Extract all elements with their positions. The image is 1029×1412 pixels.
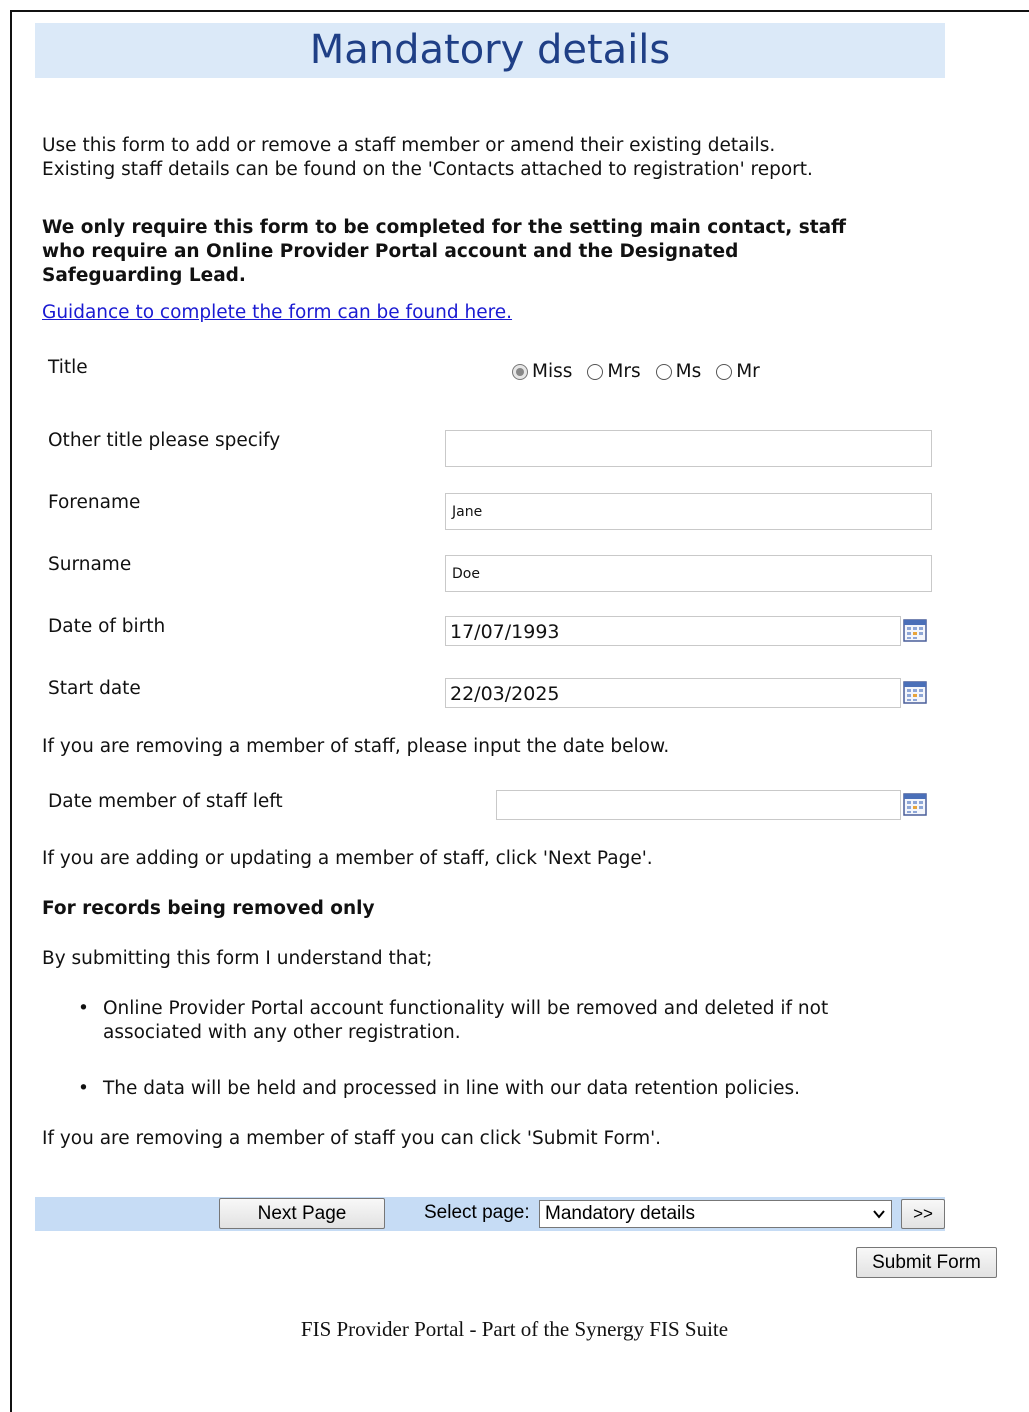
forename-label: Forename [48, 492, 141, 513]
go-page-button[interactable]: >> [901, 1199, 945, 1229]
intro-line-1: Use this form to add or remove a staff m… [42, 135, 776, 156]
radio-ms[interactable] [655, 363, 672, 380]
date-left-label: Date member of staff left [48, 791, 283, 812]
submit-note: If you are removing a member of staff yo… [42, 1128, 662, 1149]
other-title-input[interactable] [445, 430, 932, 467]
bullet-marker: • [78, 998, 89, 1019]
adding-note: If you are adding or updating a member o… [42, 848, 653, 869]
removal-bullet-2: The data will be held and processed in l… [103, 1078, 800, 1099]
calendar-icon[interactable] [903, 618, 927, 642]
radio-ms-label: Ms [675, 361, 702, 382]
surname-input[interactable]: Doe [445, 555, 932, 592]
page-title: Mandatory details [35, 23, 945, 78]
next-page-button[interactable]: Next Page [219, 1198, 385, 1229]
radio-mrs[interactable] [587, 363, 604, 380]
select-page-label: Select page: [424, 1202, 530, 1223]
bullet-1-line-1: Online Provider Portal account functiona… [103, 998, 829, 1019]
radio-mrs-label: Mrs [607, 361, 641, 382]
bullet-1-line-2: associated with any other registration. [103, 1022, 461, 1043]
requirement-line-1: We only require this form to be complete… [42, 217, 847, 238]
removal-bullet-1: Online Provider Portal account functiona… [103, 997, 828, 1045]
calendar-icon[interactable] [903, 680, 927, 704]
calendar-icon[interactable] [903, 792, 927, 816]
title-option-miss[interactable]: Miss [512, 361, 572, 382]
radio-miss-label: Miss [532, 361, 573, 382]
footer-text: FIS Provider Portal - Part of the Synerg… [300, 1317, 729, 1341]
submit-form-button[interactable]: Submit Form [856, 1247, 997, 1278]
title-label: Title [48, 357, 88, 378]
removal-heading: For records being removed only [42, 898, 375, 919]
removing-note: If you are removing a member of staff, p… [42, 736, 670, 757]
radio-mr[interactable] [716, 363, 733, 380]
title-radio-group: Miss Mrs Ms Mr [512, 361, 775, 382]
guidance-link[interactable]: Guidance to complete the form can be fou… [42, 301, 512, 325]
surname-label: Surname [48, 554, 132, 575]
requirement-line-2: who require an Online Provider Portal ac… [42, 241, 739, 262]
radio-mr-label: Mr [736, 361, 760, 382]
title-option-ms[interactable]: Ms [655, 361, 702, 382]
title-option-mrs[interactable]: Mrs [587, 361, 641, 382]
intro-line-2: Existing staff details can be found on t… [42, 159, 813, 180]
other-title-label: Other title please specify [48, 430, 281, 451]
requirement-note: We only require this form to be complete… [42, 216, 846, 288]
removal-intro: By submitting this form I understand tha… [42, 948, 433, 969]
page-select[interactable]: Mandatory details [539, 1200, 892, 1228]
bullet-marker: • [78, 1078, 89, 1099]
start-date-input[interactable]: 22/03/2025 [445, 678, 901, 708]
start-date-label: Start date [48, 678, 141, 699]
date-left-input[interactable] [496, 790, 901, 820]
forename-input[interactable]: Jane [445, 493, 932, 530]
dob-label: Date of birth [48, 616, 166, 637]
requirement-line-3: Safeguarding Lead. [42, 265, 246, 286]
chevron-down-icon [873, 1210, 885, 1219]
intro-text: Use this form to add or remove a staff m… [42, 134, 813, 182]
radio-miss[interactable] [512, 363, 528, 380]
dob-input[interactable]: 17/07/1993 [445, 616, 901, 646]
title-option-mr[interactable]: Mr [716, 361, 760, 382]
page-select-value: Mandatory details [545, 1203, 695, 1224]
